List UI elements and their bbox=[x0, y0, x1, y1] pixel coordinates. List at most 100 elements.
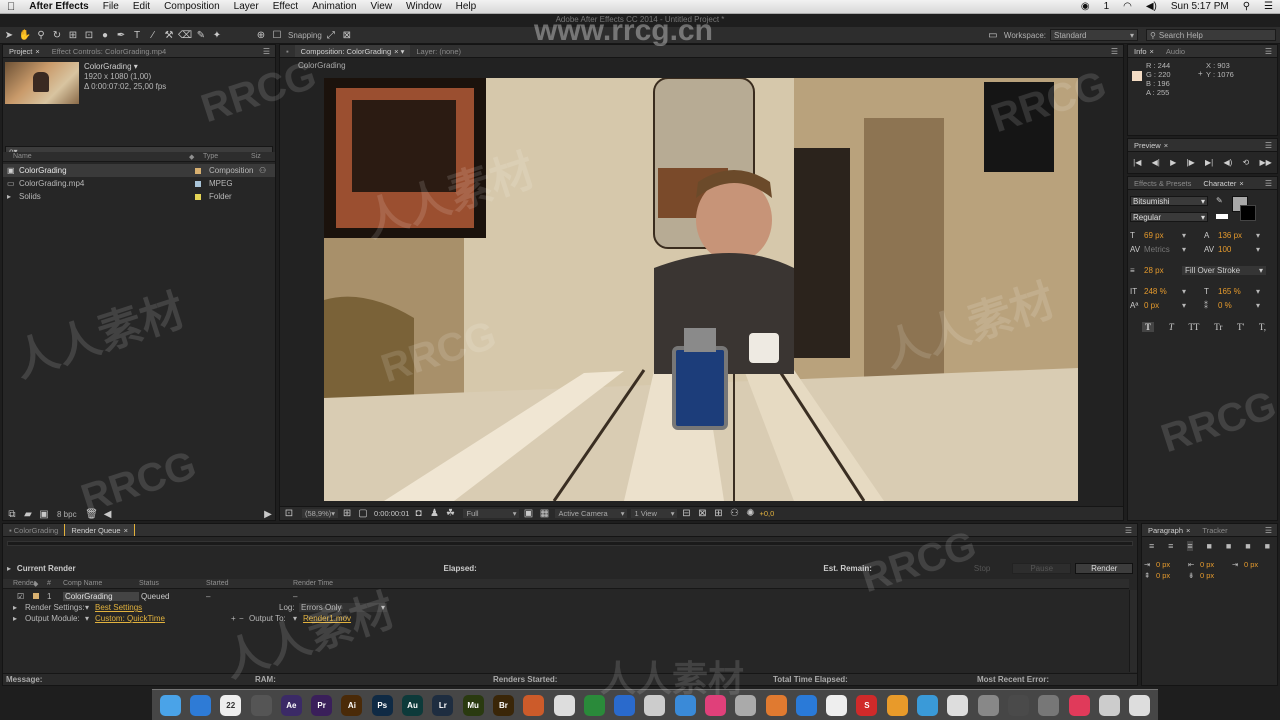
snapshot-icon[interactable]: ◘ bbox=[411, 507, 425, 521]
menu-layer[interactable]: Layer bbox=[227, 0, 266, 14]
chevron-down-icon[interactable]: ▾ bbox=[1182, 231, 1204, 240]
tab-comp-timeline[interactable]: ▪ ColorGrading bbox=[3, 524, 64, 536]
tab-project[interactable]: Project × bbox=[3, 45, 46, 57]
bpc-label[interactable]: 8 bpc bbox=[57, 510, 77, 519]
dock-app-icon[interactable]: Pr bbox=[311, 694, 333, 716]
output-module-link[interactable]: Custom: QuickTime bbox=[95, 614, 231, 623]
zoom-tool-icon[interactable]: ⚲ bbox=[34, 28, 48, 42]
flowchart-icon[interactable]: ⚇ bbox=[259, 164, 266, 177]
chevron-down-icon[interactable]: ▾ bbox=[1182, 301, 1204, 310]
snap-options-icon[interactable]: ⊠ bbox=[340, 28, 354, 42]
small-caps-button[interactable]: Tr bbox=[1214, 322, 1222, 332]
channels-icon[interactable]: ☘ bbox=[443, 507, 457, 521]
dock-app-icon[interactable] bbox=[159, 694, 181, 716]
region-of-interest-icon[interactable]: ▣ bbox=[521, 507, 535, 521]
comp-breadcrumb[interactable]: ColorGrading bbox=[298, 61, 346, 70]
list-item[interactable]: ▭ ColorGrading.mp4 MPEG bbox=[3, 177, 275, 190]
align-left-icon[interactable]: ≡ bbox=[1149, 541, 1154, 551]
dock-app-icon[interactable]: Ae bbox=[280, 694, 302, 716]
dock-app-icon[interactable] bbox=[1068, 694, 1090, 716]
chevron-down-icon[interactable]: ▾ bbox=[1256, 287, 1260, 296]
label-swatch[interactable] bbox=[33, 592, 47, 601]
superscript-button[interactable]: T' bbox=[1237, 322, 1244, 332]
next-frame-icon[interactable]: |▶ bbox=[1187, 158, 1195, 167]
flowchart-icon[interactable]: ⚇ bbox=[727, 507, 741, 521]
space-after-value[interactable]: 0 px bbox=[1200, 571, 1214, 580]
tsume-value[interactable]: 0 % bbox=[1218, 301, 1256, 310]
volume-icon[interactable]: ◀) bbox=[1139, 0, 1164, 14]
ellipse-tool-icon[interactable]: ● bbox=[98, 28, 112, 42]
resolution-dropdown[interactable]: Full ▾ bbox=[463, 509, 520, 518]
workspace-icon[interactable]: ▭ bbox=[986, 28, 1000, 42]
puppet-pin-tool-icon[interactable]: ✦ bbox=[210, 28, 224, 42]
menu-animation[interactable]: Animation bbox=[305, 0, 363, 14]
tab-render-queue[interactable]: Render Queue × bbox=[64, 524, 135, 536]
trash-icon[interactable]: 🗑 bbox=[85, 507, 99, 521]
dock-app-icon[interactable] bbox=[765, 694, 787, 716]
menu-help[interactable]: Help bbox=[449, 0, 484, 14]
roto-brush-tool-icon[interactable]: ✎ bbox=[194, 28, 208, 42]
dock-app-icon[interactable] bbox=[977, 694, 999, 716]
font-size-value[interactable]: 69 px bbox=[1144, 231, 1182, 240]
chevron-down-icon[interactable]: ▾ bbox=[1182, 245, 1204, 254]
dock-app-icon[interactable]: Au bbox=[402, 694, 424, 716]
clock[interactable]: Sun 5:17 PM bbox=[1164, 0, 1236, 14]
type-tool-icon[interactable]: T bbox=[130, 28, 144, 42]
wifi-icon[interactable]: ◠ bbox=[1116, 0, 1139, 14]
chevron-down-icon[interactable]: ▾ bbox=[1256, 301, 1260, 310]
scroll-left-icon[interactable]: ◀ bbox=[101, 507, 115, 521]
menu-edit[interactable]: Edit bbox=[126, 0, 157, 14]
dock-app-icon[interactable] bbox=[614, 694, 636, 716]
vertical-scale-value[interactable]: 248 % bbox=[1144, 287, 1182, 296]
col-comp-name[interactable]: Comp Name bbox=[63, 580, 139, 587]
tab-paragraph[interactable]: Paragraph × bbox=[1142, 524, 1196, 536]
leading-value[interactable]: 136 px bbox=[1218, 231, 1256, 240]
subscript-button[interactable]: T, bbox=[1259, 322, 1266, 332]
dock-app-icon[interactable] bbox=[1038, 694, 1060, 716]
comp-lock-icon[interactable]: ▪ bbox=[280, 45, 295, 57]
spotlight-icon[interactable]: ⚲ bbox=[1236, 0, 1257, 14]
camera-dropdown[interactable]: Active Camera ▾ bbox=[555, 509, 628, 518]
dock-app-icon[interactable]: Br bbox=[492, 694, 514, 716]
toggle-pixel-aspect-icon[interactable]: ⊟ bbox=[679, 507, 693, 521]
new-folder-icon[interactable]: ▰ bbox=[21, 507, 35, 521]
add-output-module-icon[interactable]: + bbox=[231, 614, 239, 623]
label-swatch[interactable] bbox=[195, 167, 201, 174]
timeline-icon[interactable]: ⊞ bbox=[711, 507, 725, 521]
selection-tool-icon[interactable]: ➤ bbox=[2, 28, 16, 42]
justify-last-center-icon[interactable]: ■ bbox=[1226, 541, 1231, 551]
font-family-dropdown[interactable]: Bitsumishi ▾ bbox=[1130, 196, 1208, 206]
indent-first-value[interactable]: 0 px bbox=[1244, 560, 1258, 569]
previous-frame-icon[interactable]: ◀| bbox=[1152, 158, 1160, 167]
ram-preview-icon[interactable]: ▶▶ bbox=[1260, 158, 1272, 167]
apple-icon[interactable]:  bbox=[0, 0, 22, 14]
menu-window[interactable]: Window bbox=[399, 0, 449, 14]
battery-indicator[interactable]: 1 bbox=[1097, 0, 1117, 14]
dock-app-icon[interactable] bbox=[189, 694, 211, 716]
tab-layer[interactable]: Layer: (none) bbox=[410, 45, 467, 57]
dock-app-icon[interactable]: Ps bbox=[371, 694, 393, 716]
fast-previews-icon[interactable]: ⊠ bbox=[695, 507, 709, 521]
panel-menu-icon[interactable]: ☰ bbox=[1111, 47, 1118, 56]
eraser-tool-icon[interactable]: ⌫ bbox=[178, 28, 192, 42]
stroke-type-dropdown[interactable]: Fill Over Stroke ▾ bbox=[1182, 266, 1266, 275]
view-layout-dropdown[interactable]: 1 View ▾ bbox=[631, 509, 678, 518]
col-number[interactable]: # bbox=[47, 580, 63, 587]
dock-app-icon[interactable] bbox=[704, 694, 726, 716]
output-to-link[interactable]: Render1.mov bbox=[303, 614, 351, 623]
chevron-down-icon[interactable]: ▾ bbox=[1256, 231, 1260, 240]
record-icon[interactable]: ◉ bbox=[1074, 0, 1097, 14]
tab-effects-presets[interactable]: Effects & Presets bbox=[1128, 177, 1197, 189]
dock-app-icon[interactable]: 22 bbox=[220, 694, 242, 716]
rotate-tool-icon[interactable]: ↻ bbox=[50, 28, 64, 42]
menu-file[interactable]: File bbox=[96, 0, 126, 14]
kerning-value[interactable]: Metrics bbox=[1144, 245, 1182, 254]
mask-visibility-icon[interactable]: ▢ bbox=[356, 507, 370, 521]
brush-tool-icon[interactable]: ∕ bbox=[146, 28, 160, 42]
dock-app-icon[interactable] bbox=[886, 694, 908, 716]
chevron-down-icon[interactable]: ▾ bbox=[85, 603, 95, 612]
align-right-icon[interactable]: ≡ bbox=[1187, 541, 1193, 551]
menu-app-name[interactable]: After Effects bbox=[22, 0, 95, 14]
local-axis-icon[interactable]: ⊕ bbox=[254, 28, 268, 42]
pan-behind-tool-icon[interactable]: ⊡ bbox=[82, 28, 96, 42]
